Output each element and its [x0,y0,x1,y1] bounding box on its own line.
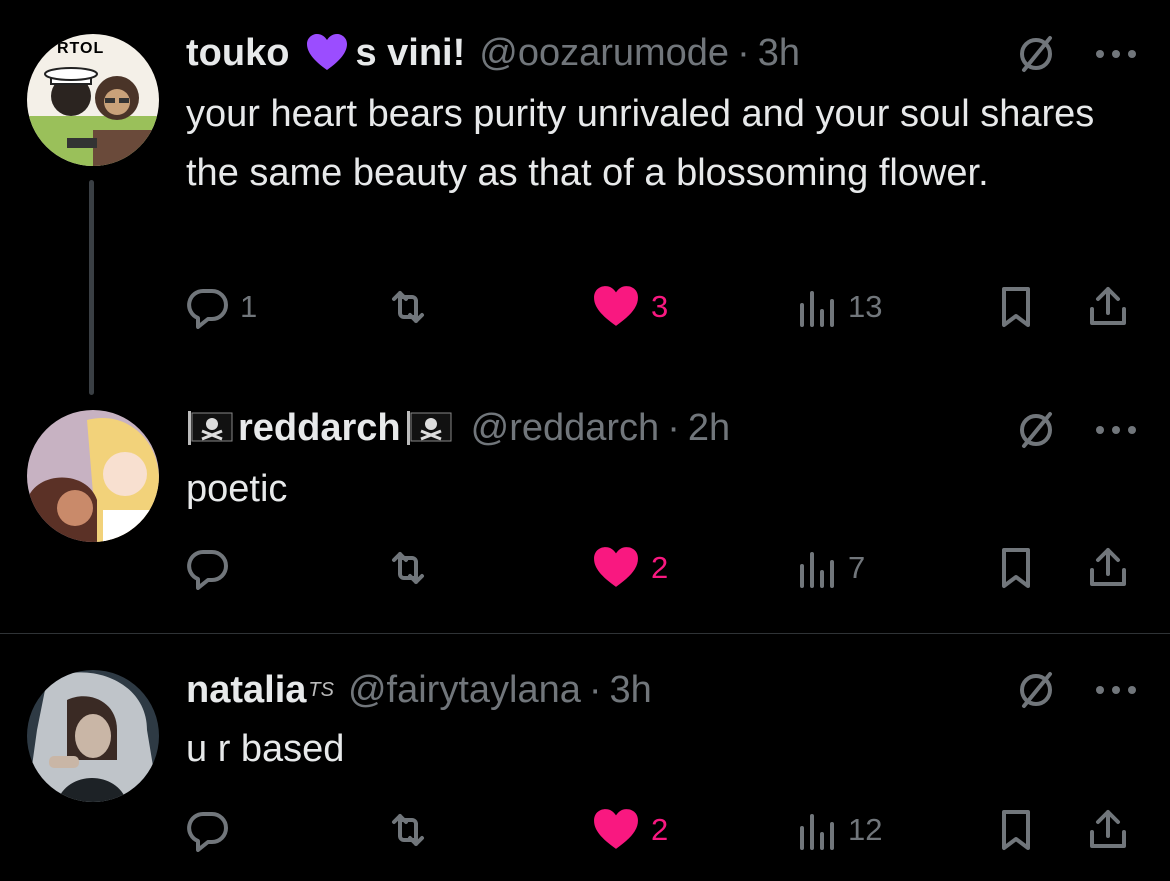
bookmark-icon [1002,810,1030,850]
retweet-icon [392,552,424,584]
display-name-rest[interactable]: s vini! [355,34,465,72]
retweet-button[interactable] [386,805,440,855]
bookmark-button[interactable] [994,543,1038,593]
view-count: 12 [848,812,883,847]
tweet-header: natalia TS @fairytaylana · 3h [186,662,652,718]
view-count: 13 [848,289,883,324]
bookmark-button[interactable] [994,282,1038,332]
views-button[interactable]: 13 [794,282,882,332]
view-count: 7 [848,550,866,585]
handle[interactable]: @oozarumode [479,34,729,72]
retweet-button[interactable] [386,543,440,593]
views-icon [800,291,834,327]
handle[interactable]: @reddarch [471,409,660,447]
tweet-header: reddarch @reddarch · 2h [186,400,730,456]
reply-icon [187,811,228,852]
reply-button[interactable] [186,543,240,593]
name-suffix: TS [308,679,334,701]
action-bar: 1 3 13 [186,282,1146,332]
action-bar: 2 12 [186,805,1146,855]
pirate-flag-emoji-icon [406,411,452,445]
share-button[interactable] [1086,805,1130,855]
separator: · [667,407,680,449]
like-count: 2 [651,812,669,847]
avatar-oozarumode[interactable]: RTOL [27,34,159,166]
share-button[interactable] [1086,282,1130,332]
tweet-fairytaylana[interactable]: natalia TS @fairytaylana · 3h u r based … [0,634,1170,881]
timestamp[interactable]: 3h [610,671,652,709]
tweet-header: touko s vini! @oozarumode · 3h [186,25,800,81]
share-icon [1090,810,1126,848]
tweet-text: u r based [186,728,345,770]
heart-icon [594,286,638,326]
timestamp[interactable]: 3h [758,34,800,72]
more-icon[interactable] [1094,48,1138,60]
retweet-icon [392,291,424,323]
tweet-reddarch[interactable]: reddarch @reddarch · 2h poetic 2 7 [0,400,1170,632]
heart-icon [594,547,638,587]
share-icon [1090,548,1126,586]
avatar-reddarch[interactable] [27,410,159,542]
display-name[interactable]: natalia [186,671,306,709]
pirate-flag-emoji-icon [188,411,233,445]
action-bar: 2 7 [186,543,1146,593]
bookmark-button[interactable] [994,805,1038,855]
views-icon [800,814,834,850]
avatar-overlay-text: RTOL [57,40,105,57]
like-count: 2 [651,550,669,585]
display-name[interactable]: reddarch [238,409,401,447]
tweet-oozarumode[interactable]: RTOL touko s vini! @oozarumode · 3h your… [0,0,1170,400]
tweet-text: poetic [186,468,288,510]
retweet-icon [392,814,424,846]
like-button[interactable]: 2 [591,543,668,593]
handle[interactable]: @fairytaylana [348,671,581,709]
grok-icon[interactable] [1014,408,1058,452]
avatar-fairytaylana[interactable] [27,670,159,802]
share-icon [1090,287,1126,325]
like-button[interactable]: 2 [591,805,668,855]
reply-icon [187,549,228,590]
views-icon [800,552,834,588]
more-icon[interactable] [1094,684,1138,696]
grok-icon[interactable] [1014,668,1058,712]
display-name[interactable]: touko [186,34,289,72]
share-button[interactable] [1086,543,1130,593]
reply-button[interactable]: 1 [186,282,257,332]
like-count: 3 [651,289,669,324]
timestamp[interactable]: 2h [688,409,730,447]
bookmark-icon [1002,548,1030,588]
separator: · [588,669,602,711]
views-button[interactable]: 12 [794,805,882,855]
grok-icon[interactable] [1014,32,1058,76]
more-icon[interactable] [1094,424,1138,436]
reply-count: 1 [240,289,258,324]
bookmark-icon [1002,287,1030,327]
views-button[interactable]: 7 [794,543,865,593]
thread-line [89,180,94,395]
retweet-button[interactable] [386,282,440,332]
separator: · [737,32,750,74]
purple-heart-emoji-icon [307,34,348,70]
tweet-text: your heart bears purity unrivaled and yo… [186,93,1095,194]
like-button[interactable]: 3 [591,282,668,332]
reply-button[interactable] [186,805,240,855]
heart-icon [594,809,638,849]
reply-icon [187,288,228,329]
